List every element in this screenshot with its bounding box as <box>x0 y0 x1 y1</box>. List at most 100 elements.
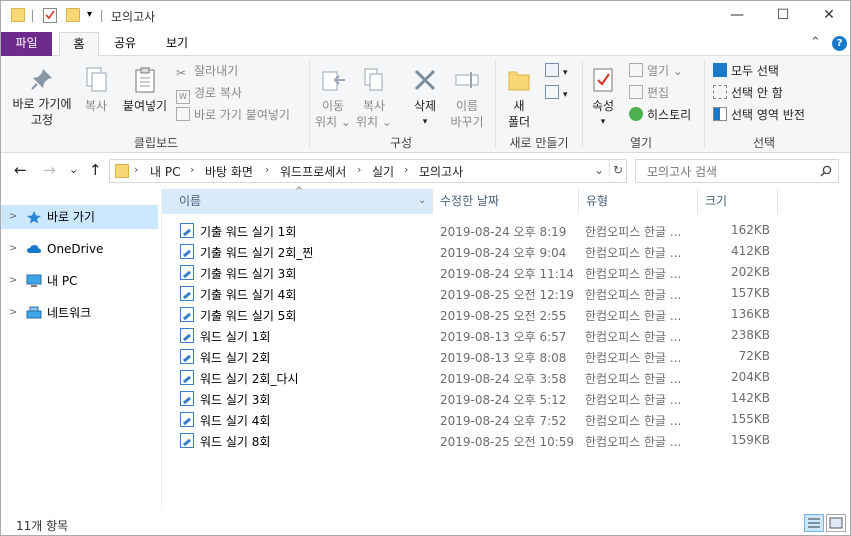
tab-view[interactable]: 보기 <box>157 32 197 56</box>
tab-home[interactable]: 홈 <box>59 32 99 57</box>
details-view-button[interactable] <box>804 514 824 532</box>
move-to-button[interactable]: 이동 위치 ⌄ <box>313 66 353 130</box>
nav-item-quick-access[interactable]: > 바로 가기 <box>1 205 158 229</box>
breadcrumb-item[interactable]: 내 PC <box>150 163 180 180</box>
breadcrumb-separator[interactable]: › <box>404 163 408 176</box>
file-date: 2019-08-24 오후 5:12 <box>440 393 567 407</box>
properties-button[interactable]: 속성 ▾ <box>585 66 621 130</box>
rename-button[interactable]: 이름 바꾸기 <box>445 66 489 130</box>
expand-chevron-icon[interactable]: > <box>9 269 17 293</box>
copy-path-icon: W <box>176 90 190 104</box>
ribbon: 바로 가기에 고정 복사 붙여넣기 ✂ 잘라내기 W 경로 복사 바로 가기 붙여넣… <box>1 56 850 153</box>
file-row[interactable]: 워드 실기 2회 2019-08-13 오후 8:08 한컴오피스 한글 ... 72… <box>162 346 850 367</box>
address-bar[interactable]: › 내 PC › 바탕 화면 › 워드프로세서 › 실기 › 모의고사 ⌄ ↻ <box>109 159 627 183</box>
breadcrumb-separator[interactable]: › <box>265 163 269 176</box>
breadcrumb-separator[interactable]: › <box>357 163 361 176</box>
file-size: 159KB <box>730 433 770 447</box>
select-group-label: 선택 <box>752 136 776 150</box>
file-row[interactable]: 기출 워드 실기 2회_찐 2019-08-24 오후 9:04 한컴오피스 한글 … <box>162 241 850 262</box>
file-row[interactable]: 기출 워드 실기 1회 2019-08-24 오후 8:19 한컴오피스 한글 ..… <box>162 220 850 241</box>
recent-locations-dropdown[interactable]: ⌄ <box>69 163 78 176</box>
breadcrumb-item[interactable]: 워드프로세서 <box>280 163 346 180</box>
select-all-button[interactable]: 모두 선택 <box>713 63 779 79</box>
breadcrumb-item[interactable]: 바탕 화면 <box>205 163 253 180</box>
select-none-button[interactable]: 선택 안 함 <box>713 85 783 101</box>
new-folder-button[interactable]: 새 폴더 <box>501 66 537 130</box>
search-input[interactable]: 모의고사 검색 <box>635 159 839 183</box>
forward-button[interactable]: → <box>43 161 56 179</box>
history-button[interactable]: 히스토리 <box>629 107 691 123</box>
tab-file[interactable]: 파일 <box>1 32 52 56</box>
delete-label: 삭제 <box>413 99 437 113</box>
star-icon <box>27 211 41 224</box>
delete-dropdown-icon[interactable]: ▾ <box>405 114 445 130</box>
minimize-button[interactable]: — <box>714 1 760 32</box>
hwp-document-icon <box>180 244 194 259</box>
up-button[interactable]: ↑ <box>89 161 102 179</box>
file-type: 한컴오피스 한글 ... <box>585 372 682 386</box>
properties-check-icon[interactable] <box>43 8 57 23</box>
expand-chevron-icon[interactable]: > <box>9 301 17 325</box>
nav-item-this-pc[interactable]: > 내 PC <box>1 269 158 293</box>
pin-to-quick-access-button[interactable]: 바로 가기에 고정 <box>7 66 77 128</box>
collapse-ribbon-icon[interactable]: ⌃ <box>810 35 821 50</box>
nav-item-network[interactable]: > 네트워크 <box>1 301 158 325</box>
back-button[interactable]: ← <box>14 161 27 179</box>
breadcrumb-item[interactable]: 실기 <box>372 163 394 180</box>
new-folder-icon[interactable] <box>66 8 80 22</box>
column-header-size[interactable]: 크기 <box>697 189 777 214</box>
file-row[interactable]: 워드 실기 8회 2019-08-25 오전 10:59 한컴오피스 한글 ... 1… <box>162 430 850 451</box>
column-filter-chevron-icon[interactable]: ⌄ <box>418 189 426 213</box>
edit-button[interactable]: 편집 <box>629 85 669 101</box>
help-icon[interactable]: ? <box>832 36 847 51</box>
group-divider <box>309 60 310 148</box>
large-icons-view-icon <box>829 517 843 529</box>
maximize-button[interactable]: ☐ <box>760 1 806 32</box>
paste-shortcut-button[interactable]: 바로 가기 붙여넣기 <box>176 107 290 123</box>
file-size: 238KB <box>730 328 770 342</box>
open-label: 열기 ⌄ <box>647 64 683 78</box>
file-name: 워드 실기 1회 <box>200 330 271 344</box>
file-type: 한컴오피스 한글 ... <box>585 330 682 344</box>
cut-button[interactable]: ✂ 잘라내기 <box>176 63 238 80</box>
delete-button[interactable]: 삭제 ▾ <box>405 66 445 130</box>
file-row[interactable]: 기출 워드 실기 5회 2019-08-25 오전 2:55 한컴오피스 한글 ..… <box>162 304 850 325</box>
file-list: 이름 ^ ⌄ 수정한 날짜 유형 크기 기출 워드 실기 1회 2019-08-2… <box>162 186 850 509</box>
file-name: 워드 실기 8회 <box>200 435 271 449</box>
copy-path-button[interactable]: W 경로 복사 <box>176 85 242 104</box>
new-item-button[interactable]: ▾ <box>545 63 568 81</box>
tab-share[interactable]: 공유 <box>105 32 145 56</box>
file-row[interactable]: 워드 실기 4회 2019-08-24 오후 7:52 한컴오피스 한글 ... 15… <box>162 409 850 430</box>
column-divider[interactable] <box>777 189 778 214</box>
column-header-date[interactable]: 수정한 날짜 <box>432 189 578 214</box>
breadcrumb-item[interactable]: 모의고사 <box>419 163 463 180</box>
search-icon[interactable] <box>820 165 832 177</box>
file-row[interactable]: 워드 실기 3회 2019-08-24 오후 5:12 한컴오피스 한글 ... 14… <box>162 388 850 409</box>
refresh-icon[interactable]: ↻ <box>609 163 623 177</box>
copy-label: 복사 <box>84 99 108 113</box>
column-header-name[interactable]: 이름 ^ ⌄ <box>162 186 432 214</box>
address-dropdown-icon[interactable]: ⌄ <box>594 163 604 177</box>
expand-chevron-icon[interactable]: > <box>9 237 17 261</box>
file-row[interactable]: 워드 실기 1회 2019-08-13 오후 6:57 한컴오피스 한글 ... 23… <box>162 325 850 346</box>
column-header-type[interactable]: 유형 <box>578 189 698 214</box>
file-row[interactable]: 기출 워드 실기 3회 2019-08-24 오후 11:14 한컴오피스 한글 .… <box>162 262 850 283</box>
large-icons-view-button[interactable] <box>826 514 846 532</box>
new-item-icon <box>545 63 559 77</box>
close-button[interactable]: ✕ <box>806 1 850 32</box>
file-row[interactable]: 워드 실기 2회_다시 2019-08-24 오후 3:58 한컴오피스 한글 ..… <box>162 367 850 388</box>
nav-item-onedrive[interactable]: > OneDrive <box>1 237 158 261</box>
breadcrumb-separator[interactable]: › <box>190 163 194 176</box>
hwp-document-icon <box>180 223 194 238</box>
file-row[interactable]: 기출 워드 실기 4회 2019-08-25 오전 12:19 한컴오피스 한글 .… <box>162 283 850 304</box>
easy-access-button[interactable]: ▾ <box>545 85 568 103</box>
copy-button[interactable]: 복사 <box>79 66 113 114</box>
properties-dropdown-icon[interactable]: ▾ <box>585 114 621 130</box>
expand-chevron-icon[interactable]: > <box>9 205 17 229</box>
customize-toolbar-dropdown-icon[interactable]: ▾ <box>87 9 92 20</box>
open-button[interactable]: 열기 ⌄ <box>629 63 683 79</box>
file-type: 한컴오피스 한글 ... <box>585 225 682 239</box>
copy-to-button[interactable]: 복사 위치 ⌄ <box>354 66 394 130</box>
paste-button[interactable]: 붙여넣기 <box>119 66 171 114</box>
invert-selection-button[interactable]: 선택 영역 반전 <box>713 107 805 123</box>
